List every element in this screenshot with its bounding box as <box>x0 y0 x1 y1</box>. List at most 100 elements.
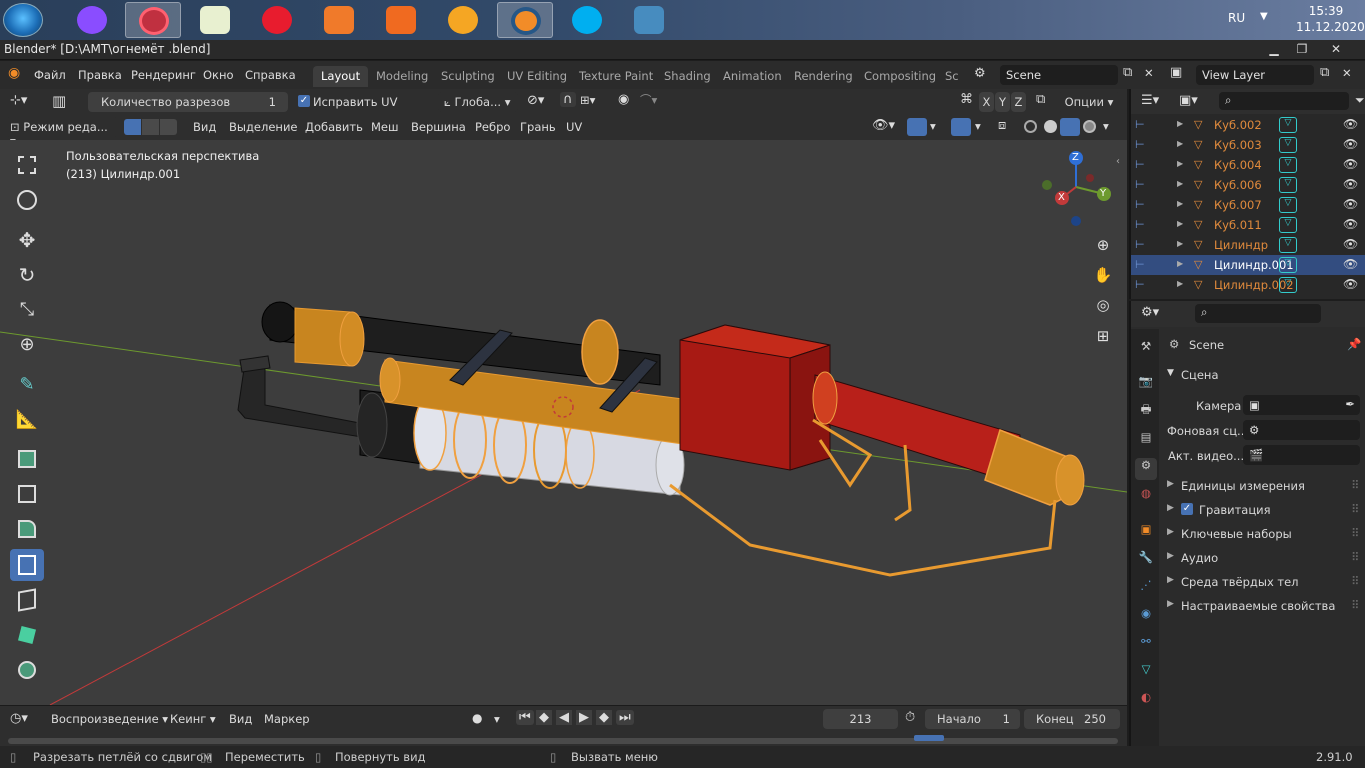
menu-window[interactable]: Окно <box>203 68 234 82</box>
editor-type-icon[interactable]: ⊹▾ <box>10 93 27 108</box>
eye-icon[interactable]: 👁 <box>1343 277 1358 291</box>
drag-handle-icon[interactable]: ⠿ <box>1351 502 1359 516</box>
transform-tool-icon[interactable]: ⊕ <box>10 329 44 361</box>
taskbar-app-blender[interactable] <box>497 2 553 38</box>
properties-subpanel[interactable]: ▶ Настраиваемые свойства ⠿ <box>1161 595 1365 617</box>
inset-tool-icon[interactable] <box>10 478 44 510</box>
expand-arrow-icon[interactable]: ▶ <box>1177 199 1183 208</box>
tab-sculpting[interactable]: Sculpting <box>433 66 503 87</box>
visibility-icon[interactable]: 👁▾ <box>872 118 895 133</box>
scene-panel-header[interactable]: ▼ Сцена <box>1161 364 1365 386</box>
outliner-item[interactable]: ⊢ ▶ ▽ Куб.007 ▽ 👁 <box>1131 195 1365 215</box>
falloff-icon[interactable]: ⌒▾ <box>640 92 657 108</box>
render-tab-icon[interactable]: 📷 <box>1135 374 1157 396</box>
material-tab-icon[interactable]: ◐ <box>1135 690 1157 712</box>
outliner-item[interactable]: ⊢ ▶ ▽ Куб.006 ▽ 👁 <box>1131 175 1365 195</box>
tab-texture-paint[interactable]: Texture Paint <box>571 66 661 87</box>
playhead[interactable] <box>914 735 944 741</box>
taskbar-app-skype[interactable] <box>559 2 615 38</box>
eye-icon[interactable]: 👁 <box>1343 197 1358 211</box>
bevel-tool-icon[interactable] <box>10 513 44 545</box>
chevron-down-icon[interactable]: ▾ <box>930 119 936 133</box>
expand-arrow-icon[interactable]: ▶ <box>1177 119 1183 128</box>
chevron-down-icon[interactable]: ▾ <box>494 712 500 726</box>
outliner-item[interactable]: ⊢ ▶ ▽ Цилиндр.001 ▽ 👁 <box>1131 255 1365 275</box>
expand-arrow-icon[interactable]: ▶ <box>1177 179 1183 188</box>
move-tool-icon[interactable]: ✥ <box>10 224 44 256</box>
mesh-data-icon[interactable]: ▽ <box>1279 177 1297 193</box>
blender-logo-icon[interactable]: ◉ <box>8 65 20 81</box>
world-tab-icon[interactable]: ◍ <box>1135 486 1157 508</box>
material-preview-icon[interactable] <box>1060 118 1080 136</box>
physics-tab-icon[interactable]: ◉ <box>1135 606 1157 628</box>
transform-orientation-dropdown[interactable]: ⟀ Глоба... ▾ <box>438 92 518 112</box>
tab-rendering[interactable]: Rendering <box>786 66 861 87</box>
snap-icon[interactable]: ∩ <box>560 92 576 107</box>
select-box-tool-icon[interactable] <box>10 150 44 182</box>
rotate-tool-icon[interactable]: ↻ <box>10 259 44 291</box>
menu-help[interactable]: Справка <box>245 68 296 82</box>
maximize-icon[interactable]: ❐ <box>1288 41 1316 58</box>
rendered-shading-icon[interactable] <box>1083 120 1096 133</box>
auto-merge-icon[interactable]: ⧉ <box>1036 92 1045 107</box>
taskbar-clock[interactable]: 15:39 11.12.2020 <box>1296 3 1365 35</box>
playback-menu[interactable]: Воспроизведение ▾ <box>51 712 168 726</box>
timeline-scrollbar[interactable] <box>8 738 1118 744</box>
vertex-select-icon[interactable] <box>124 119 141 135</box>
properties-subpanel[interactable]: ▶ Единицы измерения ⠿ <box>1161 475 1365 497</box>
taskbar-app-opera[interactable] <box>249 2 305 38</box>
xray-toggle-icon[interactable]: ⧈ <box>998 118 1006 133</box>
taskbar-app-screenshot[interactable] <box>311 2 367 38</box>
eye-icon[interactable]: 👁 <box>1343 137 1358 151</box>
knife-tool-icon[interactable] <box>10 584 44 616</box>
eye-icon[interactable]: 👁 <box>1343 237 1358 251</box>
scene-tab-icon[interactable]: ⚙ <box>1135 458 1157 480</box>
properties-subpanel[interactable]: ▶ Среда твёрдых тел ⠿ <box>1161 571 1365 593</box>
drag-handle-icon[interactable]: ⠿ <box>1351 478 1359 492</box>
outliner-item[interactable]: ⊢ ▶ ▽ Куб.004 ▽ 👁 <box>1131 155 1365 175</box>
mirror-y-toggle[interactable]: Y <box>995 92 1010 112</box>
tab-uv-editing[interactable]: UV Editing <box>499 66 575 87</box>
close-icon[interactable]: ✕ <box>1322 41 1350 58</box>
expand-arrow-icon[interactable]: ▶ <box>1177 159 1183 168</box>
outliner-editor-type-icon[interactable]: ☰▾ <box>1141 93 1159 108</box>
menu-uv[interactable]: UV <box>566 120 582 134</box>
outliner-item[interactable]: ⊢ ▶ ▽ Куб.002 ▽ 👁 <box>1131 115 1365 135</box>
correct-uv-checkbox[interactable]: ✓ <box>298 95 310 107</box>
play-icon[interactable]: ▶ <box>576 710 592 725</box>
active-clip-field[interactable]: 🎬 <box>1243 445 1360 465</box>
zoom-icon[interactable]: ⊕ <box>1090 232 1116 258</box>
drag-handle-icon[interactable]: ⠿ <box>1351 550 1359 564</box>
mirror-z-toggle[interactable]: Z <box>1011 92 1026 112</box>
output-tab-icon[interactable]: 🖶 <box>1135 402 1157 424</box>
annotate-tool-icon[interactable]: ✎ <box>10 369 44 401</box>
proportional-edit-icon[interactable]: ◉ <box>618 92 629 107</box>
tab-compositing[interactable]: Compositing <box>856 66 944 87</box>
menu-edit[interactable]: Правка <box>78 68 122 82</box>
snap-target-icon[interactable]: ⊞▾ <box>580 93 595 107</box>
edge-select-icon[interactable] <box>142 119 159 135</box>
gizmo-toggle-icon[interactable] <box>907 118 927 136</box>
pin-icon[interactable]: 📌 <box>1347 337 1361 351</box>
taskbar-app-opera-gx[interactable] <box>125 2 181 38</box>
drag-handle-icon[interactable]: ⠿ <box>1351 574 1359 588</box>
outliner-item[interactable]: ⊢ ▶ ▽ Куб.003 ▽ 👁 <box>1131 135 1365 155</box>
scene-selector-icon[interactable]: ⚙ <box>974 66 986 81</box>
loop-cut-tool-icon[interactable] <box>10 549 44 581</box>
delete-scene-icon[interactable]: ✕ <box>1144 66 1154 80</box>
menu-add[interactable]: Добавить <box>305 120 363 134</box>
tab-modeling[interactable]: Modeling <box>368 66 436 87</box>
expand-arrow-icon[interactable]: ▶ <box>1177 139 1183 148</box>
filter-icon[interactable]: ⏷ <box>1355 93 1365 108</box>
options-dropdown[interactable]: Опции ▾ <box>1058 92 1120 112</box>
jump-start-icon[interactable]: ⏮ <box>516 710 534 725</box>
language-chevron-icon[interactable]: ▼ <box>1260 11 1268 22</box>
expand-arrow-icon[interactable]: ▶ <box>1177 259 1183 268</box>
number-of-cuts-field[interactable]: Количество разрезов 1 <box>88 92 288 112</box>
timeline-editor-type-icon[interactable]: ◷▾ <box>10 711 28 726</box>
scale-tool-icon[interactable]: ⤡ <box>10 294 44 326</box>
menu-face[interactable]: Грань <box>520 120 556 134</box>
current-frame-field[interactable]: 213 <box>823 709 898 729</box>
mesh-data-icon[interactable]: ▽ <box>1279 157 1297 173</box>
view-layer-tab-icon[interactable]: ▤ <box>1135 430 1157 452</box>
